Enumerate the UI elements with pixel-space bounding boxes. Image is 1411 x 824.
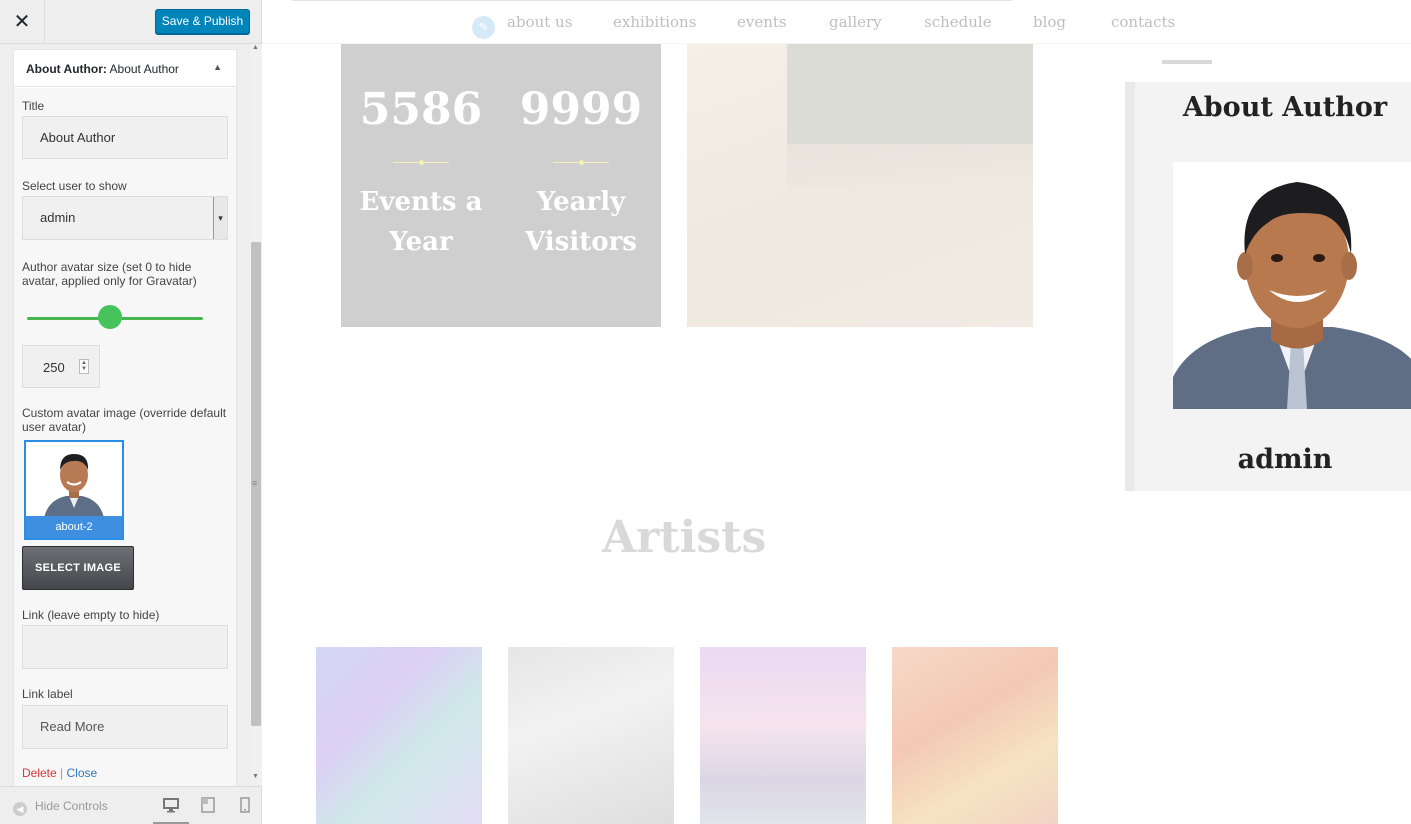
link-input[interactable]	[22, 625, 228, 669]
nav-schedule[interactable]: schedule	[924, 13, 992, 31]
hide-controls-button[interactable]: ◀ Hide Controls	[13, 799, 108, 816]
nav-top-border	[292, 0, 1012, 1]
artist-card-4[interactable]	[892, 647, 1058, 824]
scroll-down-arrow-icon[interactable]: ▼	[252, 773, 259, 780]
select-user-dropdown[interactable]: admin ▾	[22, 196, 228, 240]
floor-image-object	[787, 44, 1033, 144]
sidebar-top-bar	[1162, 60, 1212, 64]
dropdown-arrow-icon[interactable]: ▾	[213, 197, 227, 239]
about-author-sidebar-widget: About Author admin	[1125, 82, 1411, 491]
desktop-icon[interactable]	[162, 796, 180, 814]
about-author-heading: About Author	[1182, 92, 1388, 123]
stat-label-events-line2: Year	[389, 227, 453, 257]
link-label-label: Link label	[22, 687, 73, 701]
artists-heading: Artists	[602, 512, 767, 563]
custom-avatar-label: Custom avatar image (override default us…	[22, 406, 227, 434]
avatar-thumbnail[interactable]: about-2	[24, 440, 124, 540]
nav-exhibitions[interactable]: exhibitions	[613, 13, 696, 31]
gallery-floor-image	[687, 44, 1033, 327]
artist-card-2[interactable]	[508, 647, 674, 824]
slider-handle[interactable]	[97, 305, 122, 329]
title-input[interactable]: About Author	[22, 116, 228, 159]
avatar-size-value: 250	[43, 360, 65, 375]
select-user-label: Select user to show	[22, 179, 127, 193]
scrollbar-grip-icon: ≡	[252, 478, 258, 488]
author-photo-image	[1173, 162, 1411, 409]
controls-scroll-area: About Author: About Author ▲ Title About…	[0, 44, 250, 786]
collapse-arrow-icon[interactable]: ▲	[213, 62, 222, 72]
delete-link[interactable]: Delete	[22, 766, 57, 780]
floor-image-shadow	[787, 144, 1033, 189]
customizer-panel: ✕ Save & Publish About Author: About Aut…	[0, 0, 262, 824]
artist-card-3[interactable]	[700, 647, 866, 824]
hide-controls-label: Hide Controls	[35, 799, 108, 813]
widget-title-bar[interactable]: About Author: About Author ▲	[14, 50, 236, 87]
stat-divider-dot	[419, 160, 424, 165]
thumbnail-caption: about-2	[26, 516, 122, 538]
nav-events[interactable]: events	[737, 13, 787, 31]
stat-label-visitors-line1: Yearly	[536, 187, 626, 217]
tablet-icon[interactable]	[199, 796, 217, 814]
title-label: Title	[22, 99, 45, 113]
number-spinner[interactable]: ▲ ▼	[79, 359, 89, 374]
edit-pencil-icon[interactable]: ✎	[472, 16, 495, 39]
link-label-input[interactable]: Read More	[22, 705, 228, 749]
nav-gallery[interactable]: gallery	[829, 13, 882, 31]
stat-number-visitors: 9999	[519, 84, 643, 135]
stat-label-events-line1: Events a	[359, 187, 483, 217]
mobile-icon[interactable]	[236, 796, 254, 814]
widget-body: Title About Author Select user to show a…	[14, 88, 236, 786]
panel-scrollbar[interactable]	[250, 44, 262, 786]
save-publish-button[interactable]: Save & Publish	[155, 9, 250, 34]
select-image-button[interactable]: SELECT IMAGE	[22, 546, 134, 590]
widget-actions: Delete | Close	[22, 766, 97, 780]
avatar-size-label: Author avatar size (set 0 to hide avatar…	[22, 260, 197, 288]
nav-contacts[interactable]: contacts	[1111, 13, 1175, 31]
panel-header: ✕ Save & Publish	[0, 0, 261, 44]
stats-block: 5586 Events a Year 9999 Yearly Visitors	[341, 44, 661, 327]
scroll-up-arrow-icon[interactable]: ▲	[252, 44, 259, 51]
artist-card-1[interactable]	[316, 647, 482, 824]
collapse-icon: ◀	[13, 802, 27, 816]
close-icon: ✕	[13, 11, 31, 33]
site-navigation: ✎ about us exhibitions events gallery sc…	[262, 0, 1411, 44]
stat-label-visitors-line2: Visitors	[525, 227, 637, 257]
author-avatar	[1173, 162, 1411, 409]
nav-blog[interactable]: blog	[1033, 13, 1066, 31]
stat-number-events: 5586	[359, 84, 483, 135]
link-label: Link (leave empty to hide)	[22, 608, 160, 622]
nav-about-us[interactable]: about us	[507, 13, 572, 31]
actions-separator: |	[60, 766, 64, 780]
avatar-thumbnail-image	[26, 442, 122, 518]
spin-down-icon[interactable]: ▼	[80, 366, 88, 372]
widget-title-text: About Author	[106, 62, 179, 76]
site-preview: ✎ about us exhibitions events gallery sc…	[262, 0, 1411, 824]
panel-footer: ◀ Hide Controls	[0, 786, 261, 824]
widget-title-bold: About Author:	[26, 62, 107, 76]
select-user-value: admin	[40, 210, 76, 225]
stat-divider-dot	[579, 160, 584, 165]
close-customizer-button[interactable]: ✕	[0, 0, 45, 44]
avatar-size-number-input[interactable]: 250 ▲ ▼	[22, 345, 100, 388]
about-author-widget: About Author: About Author ▲ Title About…	[13, 49, 237, 786]
author-name: admin	[1237, 444, 1333, 475]
close-link[interactable]: Close	[67, 766, 98, 780]
